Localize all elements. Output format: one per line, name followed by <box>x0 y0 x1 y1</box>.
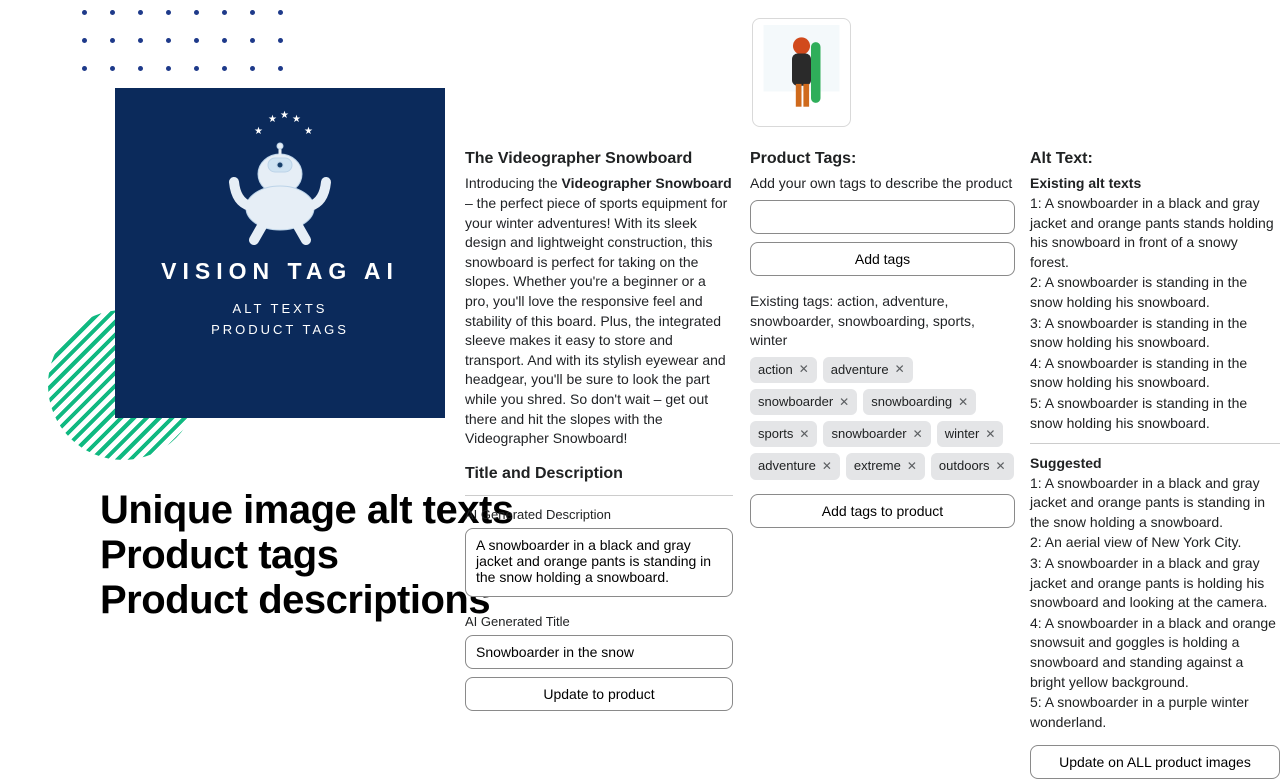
tag-chip[interactable]: winter ✕ <box>937 421 1004 447</box>
remove-tag-icon[interactable]: ✕ <box>822 458 832 475</box>
alt-text-item: 1: A snowboarder in a black and gray jac… <box>1030 474 1280 533</box>
tag-label: action <box>758 361 793 379</box>
logo-title: VISION TAG AI <box>161 258 399 285</box>
product-tags-heading: Product Tags: <box>750 148 1015 170</box>
remove-tag-icon[interactable]: ✕ <box>958 394 968 411</box>
alt-text-heading: Alt Text: <box>1030 148 1280 170</box>
remove-tag-icon[interactable]: ✕ <box>907 458 917 475</box>
existing-alt-list: 1: A snowboarder in a black and gray jac… <box>1030 194 1280 433</box>
remove-tag-icon[interactable]: ✕ <box>799 361 809 378</box>
tag-label: snowboarding <box>871 393 952 411</box>
ai-description-input[interactable]: A snowboarder in a black and gray jacket… <box>465 528 733 597</box>
decorative-dot-grid <box>82 10 306 94</box>
desc-prefix: Introducing the <box>465 175 562 191</box>
tag-chip[interactable]: extreme ✕ <box>846 453 925 479</box>
tag-label: outdoors <box>939 457 990 475</box>
marketing-headlines: Unique image alt texts Product tags Prod… <box>100 488 514 622</box>
svg-text:★: ★ <box>292 114 301 125</box>
svg-text:★: ★ <box>304 126 313 137</box>
existing-alt-heading: Existing alt texts <box>1030 174 1280 194</box>
logo-card: ★★ ★★★ VISION TAG AI ALT TEXTS PRODUCT T… <box>115 88 445 418</box>
tag-label: snowboarder <box>758 393 833 411</box>
suggested-alt-heading: Suggested <box>1030 454 1280 474</box>
tag-chip[interactable]: adventure ✕ <box>750 453 840 479</box>
svg-text:★: ★ <box>254 126 263 137</box>
tag-chip[interactable]: sports ✕ <box>750 421 817 447</box>
tag-chip[interactable]: outdoors ✕ <box>931 453 1014 479</box>
tag-label: extreme <box>854 457 901 475</box>
existing-tags-label: Existing tags: action, adventure, snowbo… <box>750 292 1015 351</box>
divider <box>465 495 733 496</box>
product-description: Introducing the Videographer Snowboard –… <box>465 174 733 448</box>
remove-tag-icon[interactable]: ✕ <box>913 426 923 443</box>
ai-description-label: AI Generated Description <box>465 506 733 524</box>
alt-text-item: 2: A snowboarder is standing in the snow… <box>1030 273 1280 312</box>
tag-label: adventure <box>758 457 816 475</box>
alt-text-item: 2: An aerial view of New York City. <box>1030 533 1280 553</box>
remove-tag-icon[interactable]: ✕ <box>895 361 905 378</box>
remove-tag-icon[interactable]: ✕ <box>839 394 849 411</box>
ai-title-label: AI Generated Title <box>465 613 733 631</box>
add-tags-button[interactable]: Add tags <box>750 242 1015 276</box>
tag-label: adventure <box>831 361 889 379</box>
alt-text-item: 5: A snowboarder in a purple winter wond… <box>1030 693 1280 732</box>
ai-title-input[interactable] <box>465 635 733 669</box>
tag-chip[interactable]: snowboarder ✕ <box>750 389 857 415</box>
logo-subtitle-2: PRODUCT TAGS <box>211 320 349 341</box>
alt-text-item: 1: A snowboarder in a black and gray jac… <box>1030 194 1280 272</box>
headline-3: Product descriptions <box>100 578 514 623</box>
update-all-alt-button[interactable]: Update on ALL product images <box>1030 745 1280 779</box>
headline-2: Product tags <box>100 533 514 578</box>
divider <box>1030 443 1280 444</box>
desc-rest: – the perfect piece of sports equipment … <box>465 195 727 446</box>
tag-label: sports <box>758 425 793 443</box>
add-tags-to-product-button[interactable]: Add tags to product <box>750 494 1015 528</box>
tag-label: snowboarder <box>831 425 906 443</box>
svg-text:★: ★ <box>268 114 277 125</box>
update-to-product-button[interactable]: Update to product <box>465 677 733 711</box>
desc-bold: Videographer Snowboard <box>562 175 732 191</box>
tag-chip[interactable]: snowboarding ✕ <box>863 389 976 415</box>
alt-text-item: 4: A snowboarder in a black and orange s… <box>1030 614 1280 692</box>
product-thumbnail <box>752 18 851 127</box>
product-title: The Videographer Snowboard <box>465 148 733 170</box>
tag-chip[interactable]: action ✕ <box>750 357 817 383</box>
tag-label: winter <box>945 425 980 443</box>
tag-chip[interactable]: snowboarder ✕ <box>823 421 930 447</box>
alt-text-item: 3: A snowboarder is standing in the snow… <box>1030 314 1280 353</box>
title-desc-heading: Title and Description <box>465 463 733 485</box>
tag-input[interactable] <box>750 200 1015 234</box>
tag-chip-list: action✕adventure✕snowboarder✕snowboardin… <box>750 357 1015 480</box>
suggested-alt-list: 1: A snowboarder in a black and gray jac… <box>1030 474 1280 733</box>
tag-chip[interactable]: adventure ✕ <box>823 357 913 383</box>
logo-subtitle-1: ALT TEXTS <box>211 299 349 320</box>
svg-text:★: ★ <box>280 110 289 121</box>
remove-tag-icon[interactable]: ✕ <box>799 426 809 443</box>
headline-1: Unique image alt texts <box>100 488 514 533</box>
alt-text-item: 4: A snowboarder is standing in the snow… <box>1030 354 1280 393</box>
remove-tag-icon[interactable]: ✕ <box>985 426 995 443</box>
alt-text-item: 5: A snowboarder is standing in the snow… <box>1030 394 1280 433</box>
alt-text-item: 3: A snowboarder in a black and gray jac… <box>1030 554 1280 613</box>
tags-hint: Add your own tags to describe the produc… <box>750 174 1015 194</box>
robot-logo-icon: ★★ ★★★ <box>220 108 340 248</box>
remove-tag-icon[interactable]: ✕ <box>996 458 1006 475</box>
